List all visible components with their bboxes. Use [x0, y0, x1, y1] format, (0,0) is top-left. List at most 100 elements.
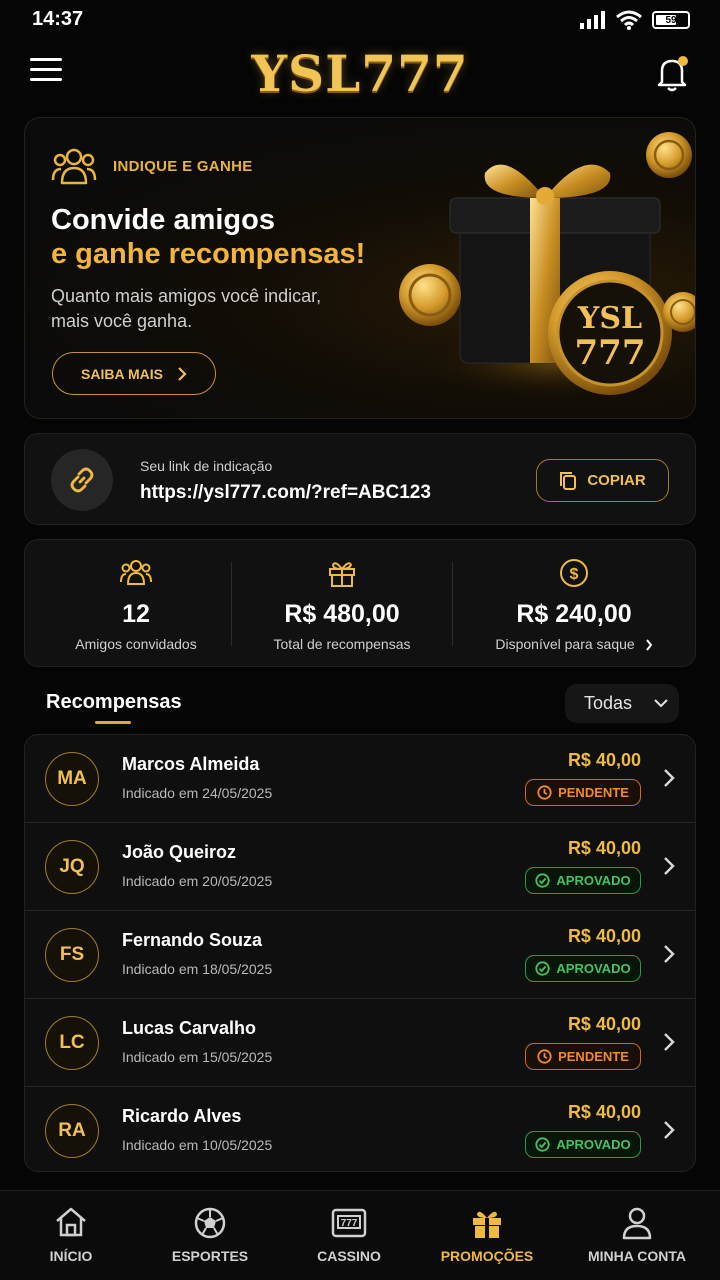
gift-box-illustration: YSL 777 [399, 132, 695, 403]
hero-title-highlight: e ganhe recompensas! [51, 238, 366, 270]
referral-name: Lucas Carvalho [122, 1018, 257, 1038]
reward-row[interactable]: RA Ricardo Alves Indicado em 10/05/2025 R$ … [25, 1087, 695, 1171]
referral-name: João Queiroz [122, 842, 237, 862]
status-label: APROVADO [556, 961, 631, 976]
status-label: PENDENTE [558, 1049, 629, 1064]
status-badge: APROVADO [525, 867, 641, 894]
stat-label: Total de recompensas [273, 636, 411, 652]
soccer-ball-icon [194, 1207, 226, 1239]
referral-link-url[interactable]: https://ysl777.com/?ref=ABC123 [140, 482, 431, 504]
avatar: RA [45, 1104, 99, 1158]
wifi-icon [616, 10, 642, 30]
status-label: PENDENTE [558, 785, 629, 800]
reward-row[interactable]: FS Fernando Souza Indicado em 18/05/2025 R$… [25, 911, 695, 999]
chevron-down-icon [654, 699, 668, 708]
chevron-right-icon [664, 857, 675, 875]
brand-logo[interactable]: YSL777 [0, 44, 720, 103]
reward-amount: R$ 40,00 [567, 926, 641, 946]
referral-date: Indicado em 20/05/2025 [122, 873, 273, 889]
reward-row[interactable]: JQ João Queiroz Indicado em 20/05/2025 R$ 4… [25, 823, 695, 911]
svg-text:777: 777 [341, 1218, 358, 1229]
referral-name: Fernando Souza [122, 930, 263, 950]
nav-item-my-account[interactable]: MINHA CONTA [554, 1191, 720, 1280]
rewards-title: Recompensas [46, 691, 182, 713]
referral-date: Indicado em 10/05/2025 [122, 1137, 273, 1153]
nav-label: PROMOÇÕES [440, 1248, 534, 1264]
copy-link-label: COPIAR [587, 472, 646, 489]
nav-item-casino[interactable]: 777 CASSINO [278, 1191, 420, 1280]
nav-label: CASSINO [317, 1248, 381, 1264]
home-icon [56, 1207, 86, 1237]
battery-level: 59 [665, 14, 677, 26]
user-icon [622, 1207, 652, 1240]
app-header: YSL777 [0, 40, 720, 106]
reward-row[interactable]: MA Marcos Almeida Indicado em 24/05/2025 R$… [25, 735, 695, 823]
check-circle-icon [535, 1137, 551, 1152]
link-icon [70, 467, 94, 493]
nav-item-promotions[interactable]: PROMOÇÕES [420, 1191, 554, 1280]
stat-available-withdraw[interactable]: $ R$ 240,00 Disponível para saque [463, 540, 685, 668]
chevron-right-icon [664, 945, 675, 963]
copy-link-button[interactable]: COPIAR [536, 459, 669, 502]
status-badge: PENDENTE [525, 1043, 641, 1070]
stat-total-rewards: R$ 480,00 Total de recompensas [231, 540, 453, 668]
reward-amount: R$ 40,00 [567, 1014, 641, 1034]
nav-item-sports[interactable]: ESPORTES [142, 1191, 278, 1280]
status-badge: APROVADO [525, 955, 641, 982]
referral-link-card: Seu link de indicação https://ysl777.com… [24, 433, 696, 525]
hero-tag: INDIQUE E GANHE [113, 157, 253, 175]
status-bar: 14:37 59 [0, 0, 720, 40]
check-circle-icon [535, 873, 551, 888]
status-icons: 59 [580, 10, 690, 30]
reward-amount: R$ 40,00 [567, 1102, 641, 1122]
rewards-title-underline [95, 721, 131, 724]
rewards-list: MA Marcos Almeida Indicado em 24/05/2025 R$… [24, 734, 696, 1172]
referral-stats: 12 Amigos convidados R$ 480,00 Total de … [24, 539, 696, 667]
status-badge: APROVADO [525, 1131, 641, 1158]
check-circle-icon [535, 961, 551, 976]
referral-name: Ricardo Alves [122, 1106, 242, 1126]
rewards-filter-dropdown[interactable]: Todas [565, 684, 679, 723]
reward-row[interactable]: LC Lucas Carvalho Indicado em 15/05/2025 R$… [25, 999, 695, 1087]
hero-tag-row: INDIQUE E GANHE [51, 146, 253, 186]
chevron-right-icon [664, 769, 675, 787]
avatar: FS [45, 928, 99, 982]
clock-icon [537, 785, 552, 800]
nav-item-home[interactable]: INÍCIO [0, 1191, 142, 1280]
coin-text-bottom: 777 [575, 333, 646, 373]
gift-icon [329, 562, 355, 587]
reward-amount: R$ 40,00 [567, 750, 641, 770]
status-label: APROVADO [556, 873, 631, 888]
chevron-right-icon [664, 1033, 675, 1051]
friends-icon [120, 560, 152, 585]
referral-date: Indicado em 18/05/2025 [122, 961, 273, 977]
coin-text-top: YSL [577, 301, 642, 336]
stat-friends: 12 Amigos convidados [25, 540, 247, 668]
referral-date: Indicado em 24/05/2025 [122, 785, 273, 801]
battery-icon: 59 [652, 11, 690, 29]
hero-title: Convide amigos [51, 204, 275, 236]
referral-link-label: Seu link de indicação [140, 458, 273, 474]
clock-icon [537, 1049, 552, 1064]
link-icon-wrap [51, 449, 113, 511]
referral-hero-card: INDIQUE E GANHE Convide amigos e ganhe r… [24, 117, 696, 419]
reward-amount: R$ 40,00 [567, 838, 641, 858]
chevron-right-icon [178, 366, 187, 381]
status-time: 14:37 [32, 8, 84, 30]
status-label: APROVADO [556, 1137, 631, 1152]
stat-divider [452, 562, 453, 646]
avatar: LC [45, 1016, 99, 1070]
bottom-navigation: INÍCIO ESPORTES 777 CASSINO PROMOÇÕES MI… [0, 1190, 720, 1280]
chevron-right-icon [664, 1121, 675, 1139]
referral-date: Indicado em 15/05/2025 [122, 1049, 273, 1065]
hero-subtitle: Quanto mais amigos você indicar, mais vo… [51, 286, 322, 331]
notification-bell-icon[interactable] [656, 54, 690, 92]
avatar: JQ [45, 840, 99, 894]
avatar: MA [45, 752, 99, 806]
learn-more-button[interactable]: SAIBA MAIS [52, 352, 216, 395]
stat-value: R$ 240,00 [516, 600, 632, 628]
svg-text:$: $ [570, 566, 579, 583]
copy-icon [560, 471, 577, 490]
chevron-right-icon [645, 639, 652, 651]
signal-icon [580, 11, 605, 29]
